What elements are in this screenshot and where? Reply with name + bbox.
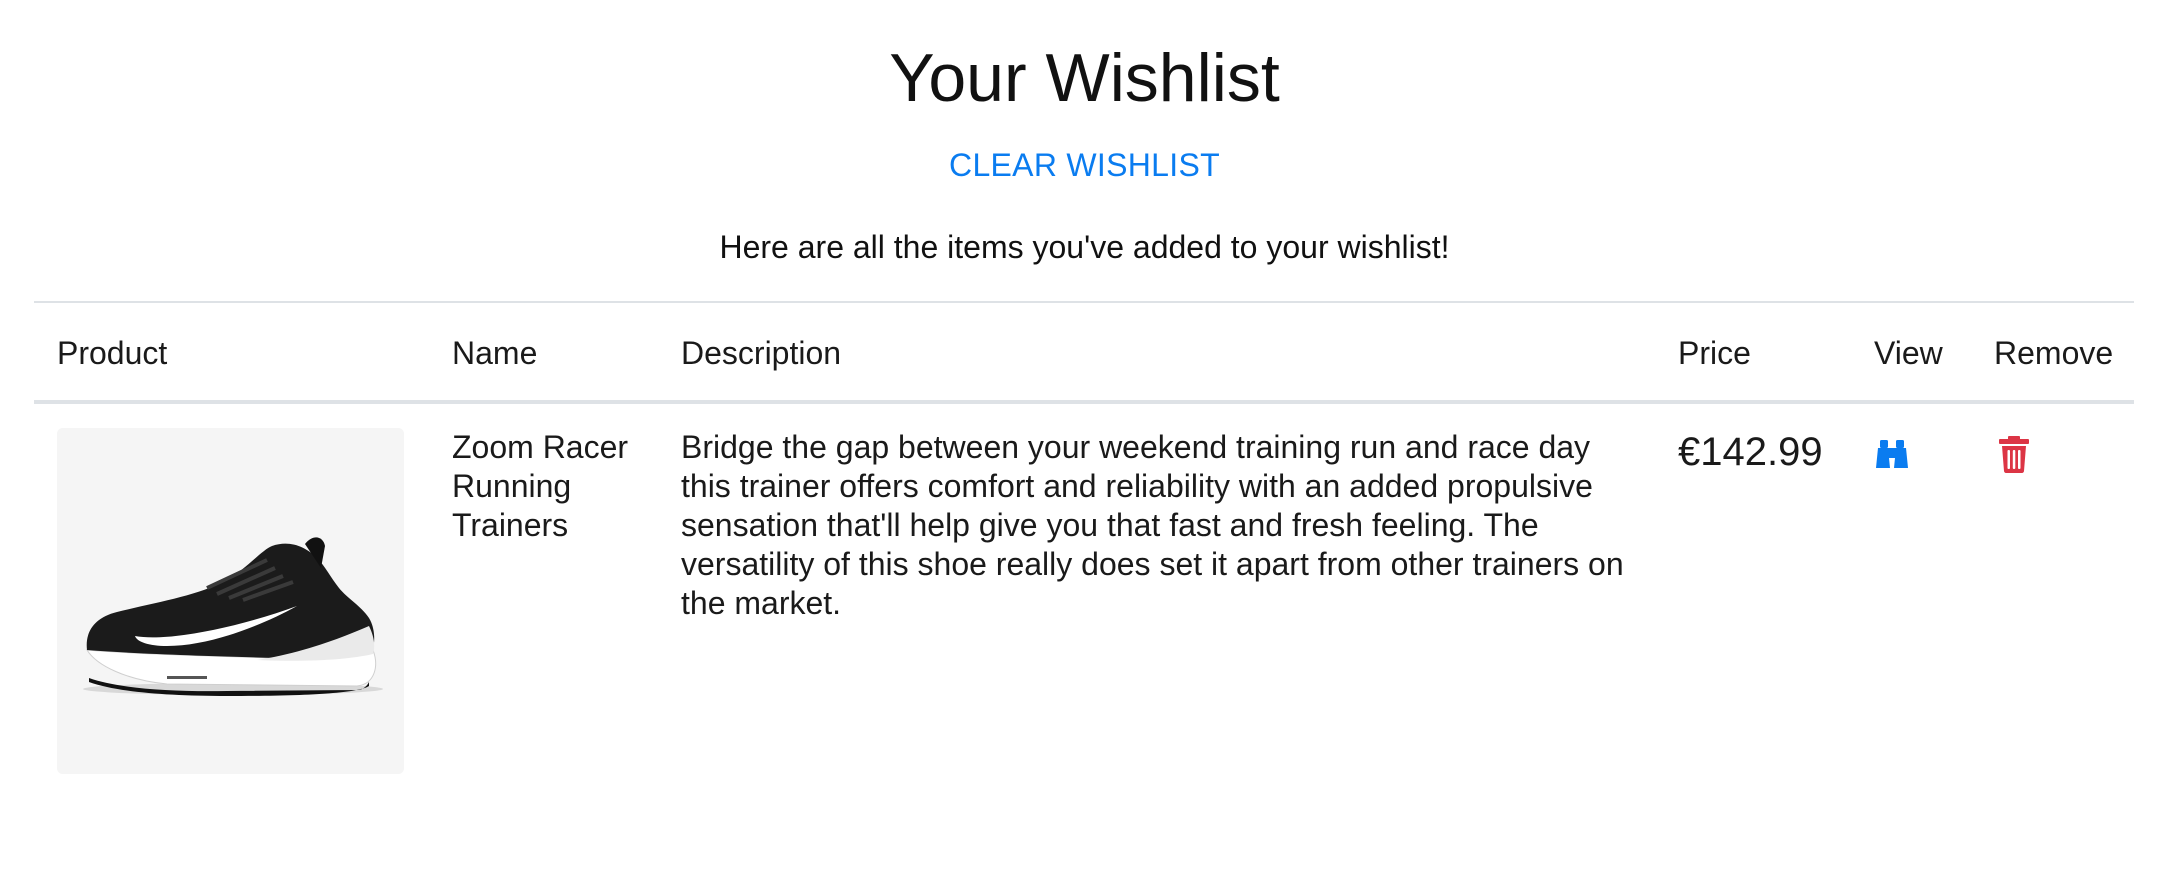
product-name: Zoom Racer Running Trainers	[452, 429, 629, 543]
binoculars-icon	[1876, 440, 1908, 468]
wishlist-page: Your Wishlist CLEAR WISHLIST Here are al…	[0, 0, 2169, 883]
clear-wishlist-link[interactable]: CLEAR WISHLIST	[0, 145, 2169, 185]
product-description: Bridge the gap between your weekend trai…	[681, 429, 1624, 621]
column-header-price: Price	[1678, 335, 1751, 371]
view-product-button[interactable]	[1872, 434, 1912, 474]
remove-product-button[interactable]	[1994, 434, 2034, 474]
product-image-card	[57, 428, 404, 774]
trash-icon	[1999, 436, 2029, 473]
column-header-description: Description	[681, 335, 842, 371]
page-subtitle: Here are all the items you've added to y…	[719, 229, 1450, 265]
product-price: €142.99	[1678, 430, 1823, 474]
column-header-view: View	[1874, 335, 1943, 371]
column-header-name: Name	[452, 335, 538, 371]
column-header-product: Product	[57, 335, 168, 371]
column-header-remove: Remove	[1994, 335, 2114, 371]
table-top-border	[34, 301, 2134, 303]
page-title: Your Wishlist	[889, 40, 1280, 116]
running-shoe-image	[57, 428, 404, 774]
table-header-border	[34, 400, 2134, 404]
